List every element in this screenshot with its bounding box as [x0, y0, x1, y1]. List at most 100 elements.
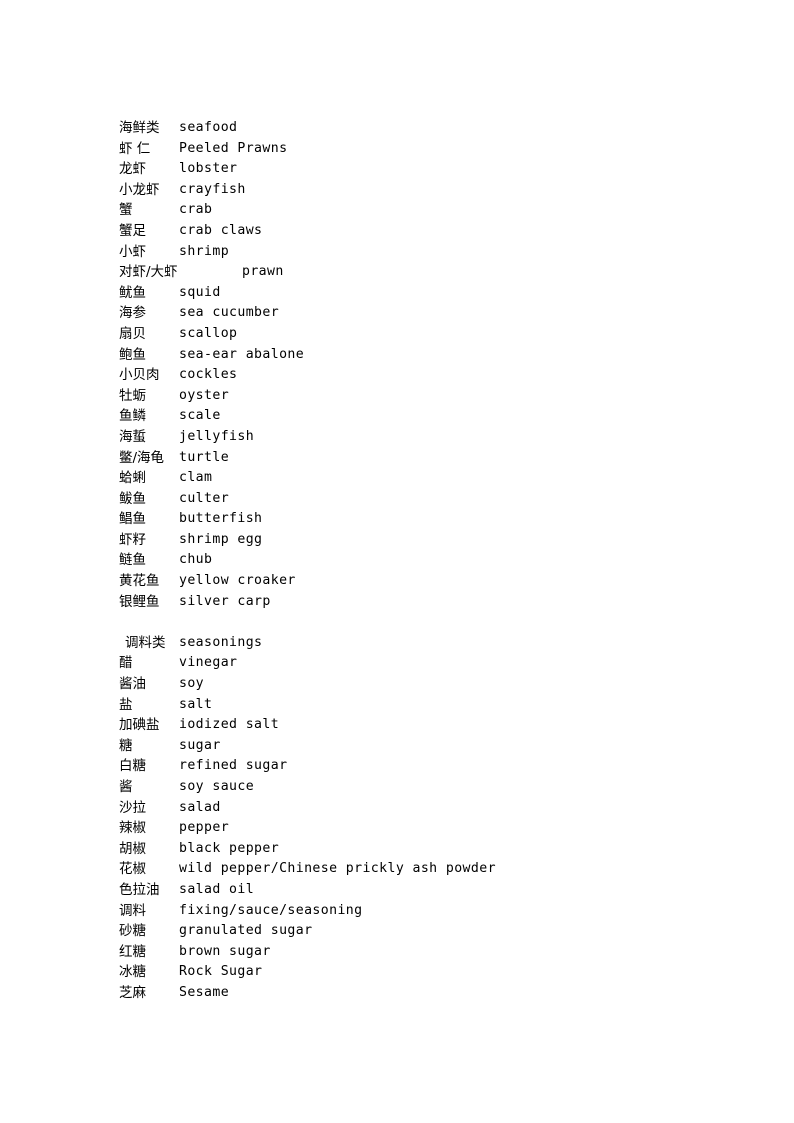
glossary-gloss: butterfish — [179, 511, 263, 527]
glossary-gloss: soy — [179, 676, 205, 692]
glossary-row: 蟹 crab — [119, 200, 739, 221]
glossary-term: 鲍鱼 — [119, 346, 146, 363]
glossary-gloss: silver carp — [179, 593, 271, 609]
glossary-gloss: Rock Sugar — [179, 964, 263, 980]
glossary-gloss: salad — [179, 799, 221, 815]
glossary-term: 冰糖 — [119, 964, 146, 981]
glossary-row: 鲳鱼 butterfish — [119, 509, 739, 530]
glossary-row: 醋 vinegar — [119, 653, 739, 674]
glossary-gloss: squid — [179, 284, 221, 300]
glossary-row: 沙拉 salad — [119, 798, 739, 819]
glossary-term: 海参 — [119, 305, 146, 322]
glossary-gloss: refined sugar — [179, 758, 288, 774]
glossary-row: 辣椒 pepper — [119, 818, 739, 839]
glossary-section-seafood: 海鲜类 seafood 虾 仁 Peeled Prawns 龙虾 lobster 小龙… — [119, 118, 739, 612]
glossary-term: 鲢鱼 — [119, 552, 146, 569]
glossary-term: 龙虾 — [119, 161, 146, 178]
glossary-row: 小虾 shrimp — [119, 242, 739, 263]
glossary-row: 小龙虾 crayfish — [119, 180, 739, 201]
glossary-term: 蟹 — [119, 202, 133, 219]
glossary-row: 调料 fixing/sauce/seasoning — [119, 901, 739, 922]
glossary-row: 黄花鱼 yellow croaker — [119, 571, 739, 592]
glossary-term: 醋 — [119, 655, 133, 672]
glossary-gloss: jellyfish — [179, 428, 255, 444]
glossary-term: 盐 — [119, 696, 133, 713]
glossary-row: 蛤蜊 clam — [119, 468, 739, 489]
section-heading-term: 调料类 — [125, 634, 166, 651]
glossary-row: 色拉油 salad oil — [119, 880, 739, 901]
glossary-section-seasonings: 调料类 seasonings 醋 vinegar 酱油 soy 盐 salt 加碘盐 io… — [119, 633, 739, 1004]
glossary-row: 扇贝 scallop — [119, 324, 739, 345]
section-heading-term: 海鲜类 — [119, 120, 160, 136]
glossary-term: 蟹足 — [119, 222, 146, 239]
glossary-term: 对虾/大虾 — [119, 264, 178, 281]
glossary-gloss: turtle — [179, 449, 230, 465]
glossary-row: 鱼鳞 scale — [119, 406, 739, 427]
glossary-gloss: crab claws — [179, 222, 263, 238]
glossary-gloss: sea cucumber — [179, 305, 280, 321]
glossary-row: 白糖 refined sugar — [119, 756, 739, 777]
glossary-term: 沙拉 — [119, 799, 146, 816]
glossary-term: 胡椒 — [119, 840, 146, 857]
glossary-term: 砂糖 — [119, 923, 146, 940]
glossary-row: 牡蛎 oyster — [119, 386, 739, 407]
glossary-term: 虾 仁 — [119, 140, 151, 157]
glossary-row: 蟹足 crab claws — [119, 221, 739, 242]
glossary-row: 红糖 brown sugar — [119, 942, 739, 963]
glossary-row: 银鲤鱼 silver carp — [119, 592, 739, 613]
glossary-row: 虾籽 shrimp egg — [119, 530, 739, 551]
glossary-term: 白糖 — [119, 758, 146, 775]
glossary-term: 加碘盐 — [119, 717, 160, 734]
glossary-term: 红糖 — [119, 943, 146, 960]
glossary-gloss: vinegar — [179, 655, 238, 671]
glossary-gloss: crab — [179, 202, 213, 218]
glossary-row: 酱 soy sauce — [119, 777, 739, 798]
glossary-gloss: oyster — [179, 387, 230, 403]
glossary-gloss: salt — [179, 696, 213, 712]
glossary-gloss: black pepper — [179, 840, 280, 856]
document-page: 海鲜类 seafood 虾 仁 Peeled Prawns 龙虾 lobster 小龙… — [0, 0, 794, 1123]
glossary-row: 对虾/大虾 prawn — [119, 262, 739, 283]
glossary-gloss: brown sugar — [179, 943, 271, 959]
glossary-gloss: scallop — [179, 325, 238, 341]
glossary-row: 糖 sugar — [119, 736, 739, 757]
glossary-term: 辣椒 — [119, 820, 146, 837]
glossary-term: 小贝肉 — [119, 367, 160, 384]
section-heading-gloss: seafood — [179, 120, 238, 135]
glossary-row: 鲅鱼 culter — [119, 489, 739, 510]
glossary-term: 黄花鱼 — [119, 573, 160, 590]
glossary-term: 鱼鳞 — [119, 408, 146, 425]
glossary-term: 小虾 — [119, 243, 146, 260]
glossary-term: 小龙虾 — [119, 181, 160, 198]
glossary-row: 龙虾 lobster — [119, 159, 739, 180]
glossary-gloss: scale — [179, 408, 221, 424]
glossary-term: 芝麻 — [119, 984, 146, 1001]
section-heading-seafood: 海鲜类 seafood — [119, 118, 739, 139]
glossary-row: 鲍鱼 sea-ear abalone — [119, 345, 739, 366]
section-heading-gloss: seasonings — [179, 634, 263, 650]
glossary-gloss: shrimp egg — [179, 531, 263, 547]
glossary-row: 砂糖 granulated sugar — [119, 921, 739, 942]
glossary-gloss: pepper — [179, 820, 230, 836]
glossary-gloss: Sesame — [179, 984, 230, 1000]
glossary-gloss: chub — [179, 552, 213, 568]
glossary-term: 色拉油 — [119, 881, 160, 898]
glossary-gloss: yellow croaker — [179, 573, 296, 589]
glossary-row: 鲢鱼 chub — [119, 550, 739, 571]
glossary-term: 扇贝 — [119, 325, 146, 342]
glossary-gloss: cockles — [179, 367, 238, 383]
glossary-row: 小贝肉 cockles — [119, 365, 739, 386]
glossary-term: 花椒 — [119, 861, 146, 878]
glossary-term: 鱿鱼 — [119, 284, 146, 301]
glossary-term: 银鲤鱼 — [119, 593, 160, 610]
glossary-term: 牡蛎 — [119, 387, 146, 404]
glossary-row: 虾 仁 Peeled Prawns — [119, 139, 739, 160]
glossary-term: 糖 — [119, 737, 133, 754]
glossary-term: 鳖/海龟 — [119, 449, 165, 466]
glossary-gloss: salad oil — [179, 881, 255, 897]
glossary-gloss: clam — [179, 470, 213, 486]
glossary-term: 海蜇 — [119, 428, 146, 445]
glossary-row: 花椒 wild pepper/Chinese prickly ash powder — [119, 859, 739, 880]
glossary-gloss: Peeled Prawns — [179, 140, 288, 156]
glossary-term: 酱油 — [119, 676, 146, 693]
